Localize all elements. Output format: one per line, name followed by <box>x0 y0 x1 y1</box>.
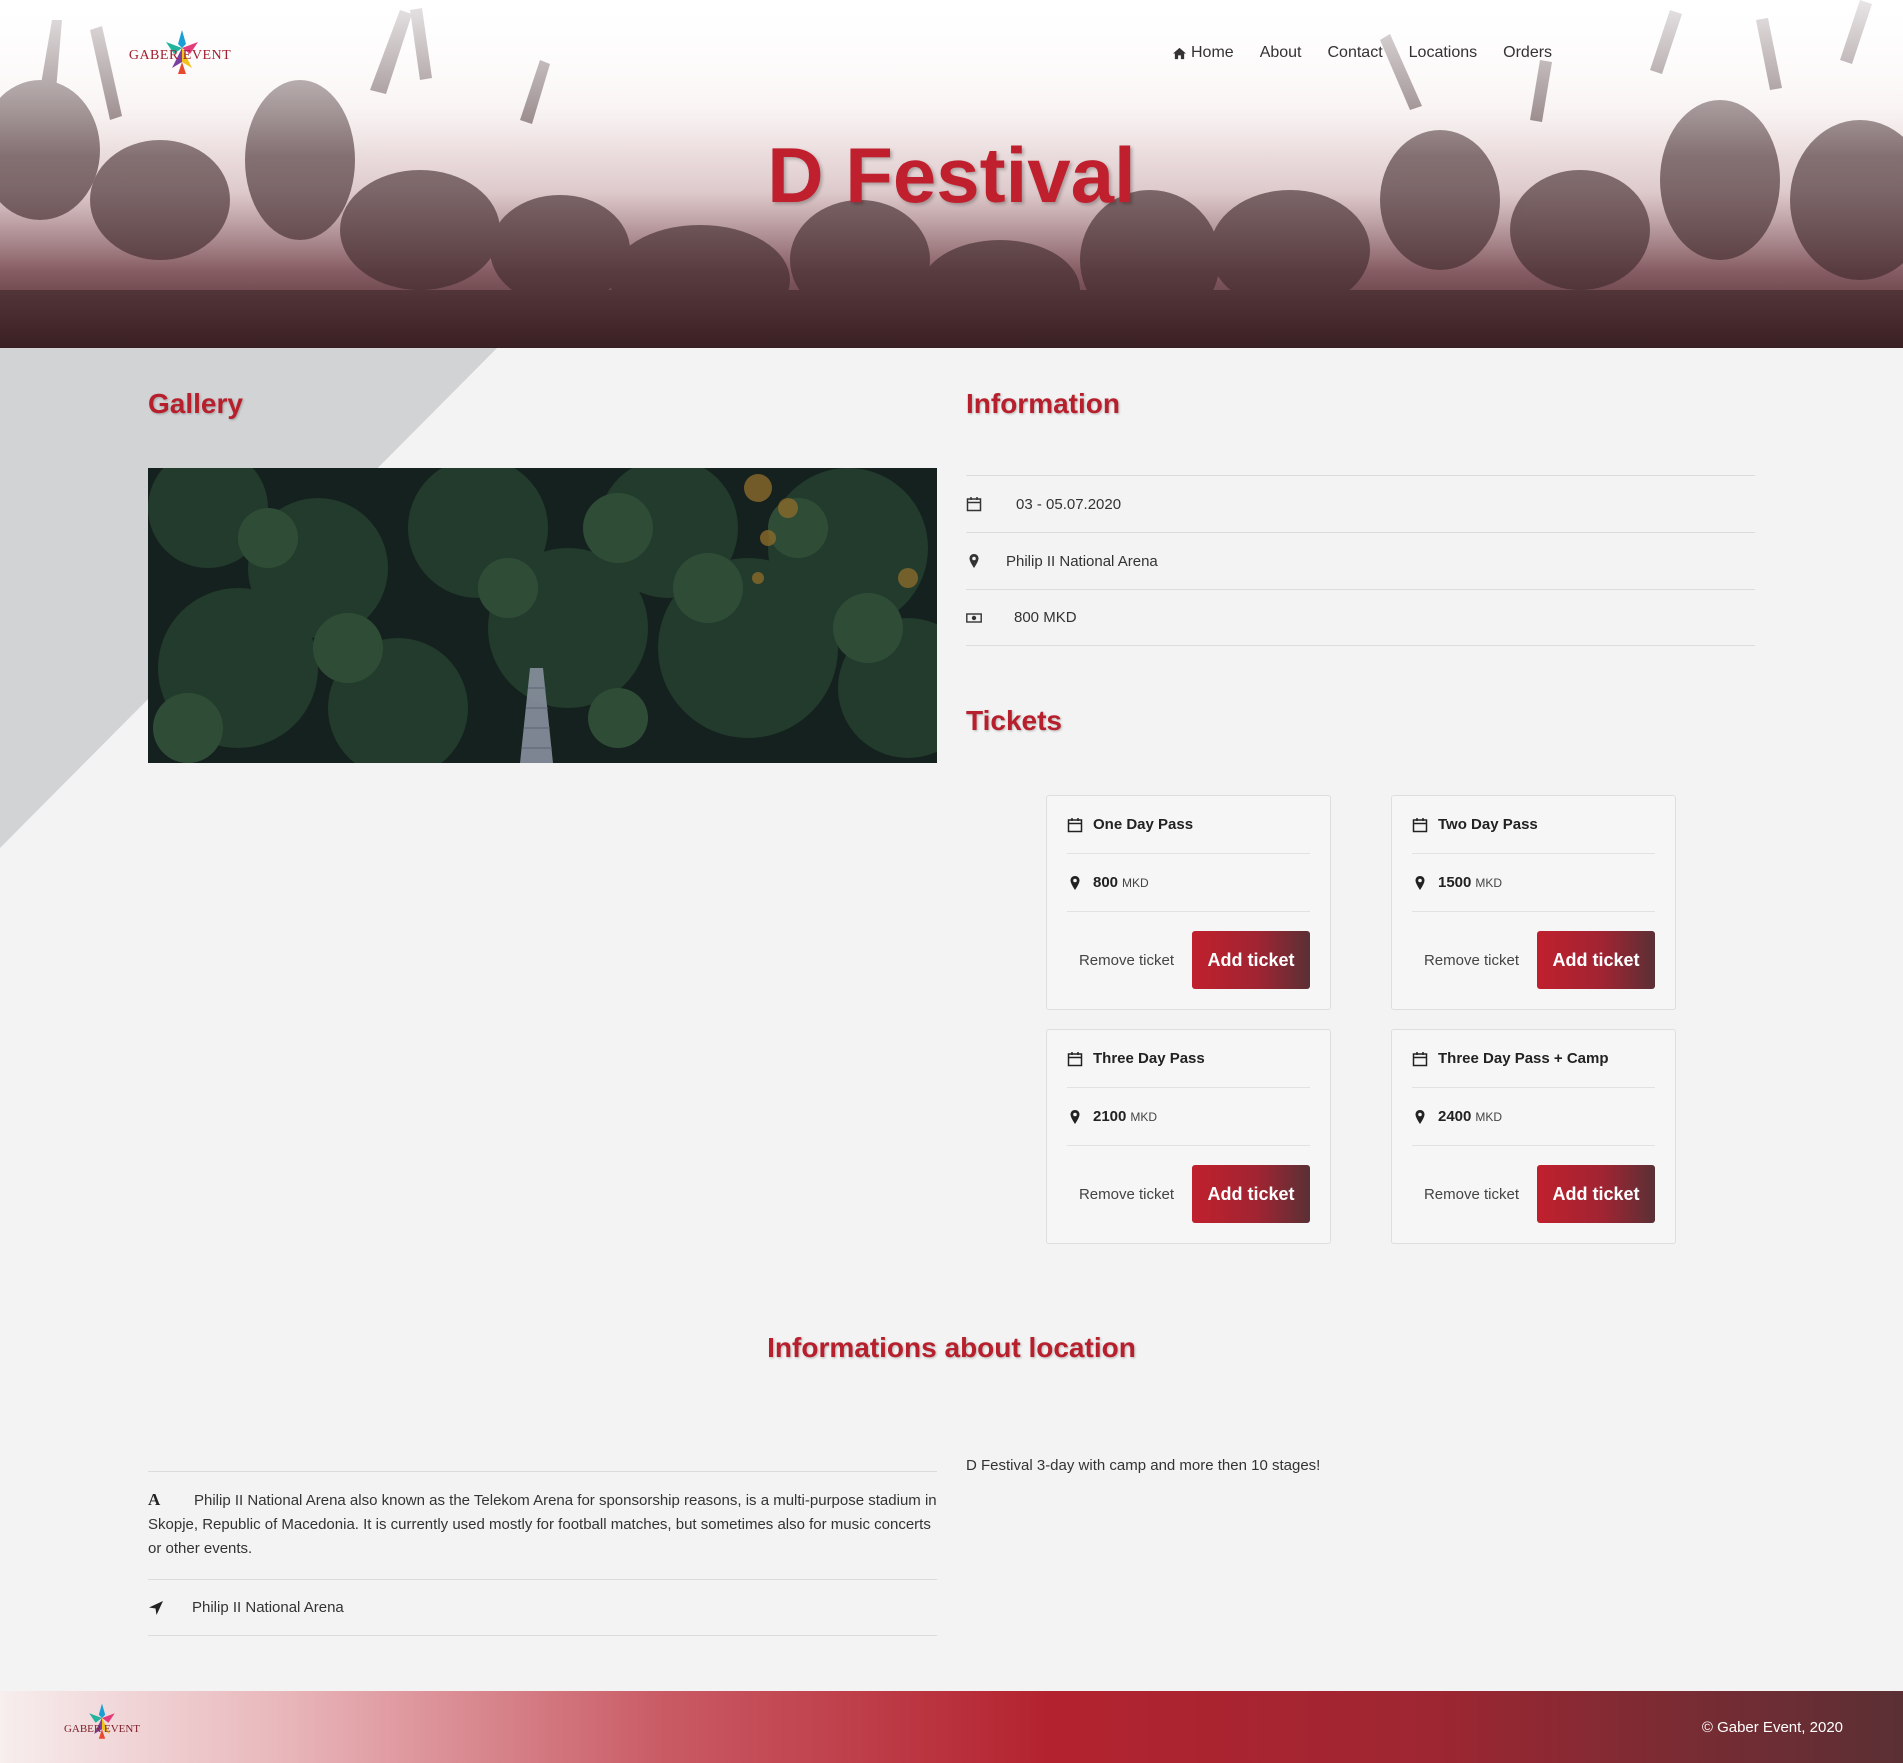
ticket-name: Three Day Pass + Camp <box>1438 1050 1609 1067</box>
calendar-icon <box>1412 817 1428 832</box>
home-icon <box>1173 47 1186 59</box>
map-marker-icon <box>1070 875 1080 890</box>
ticket-price: 800 <box>1093 874 1119 891</box>
ticket-currency: MKD <box>1475 1109 1503 1124</box>
location-description: A Philip II National Arena also known as … <box>148 1471 937 1579</box>
nav-home-label: Home <box>1191 44 1234 61</box>
calendar-icon <box>1412 1051 1428 1066</box>
ticket-price: 2400 <box>1438 1108 1472 1125</box>
page-title: D Festival <box>767 131 1136 219</box>
map-marker-icon <box>1070 1109 1080 1124</box>
map-marker-icon <box>1415 875 1425 890</box>
nav-contact[interactable]: Contact <box>1328 44 1383 62</box>
info-date-row: 03 - 05.07.2020 <box>966 475 1755 532</box>
info-price-row: 800 MKD <box>966 589 1755 646</box>
footer-logo-text: GABER EVENT <box>63 1723 141 1735</box>
remove-ticket-button[interactable]: Remove ticket <box>1073 951 1180 970</box>
site-footer: GABER EVENT © Gaber Event, 2020 <box>0 1691 1903 1763</box>
logo-text: GABER EVENT <box>128 48 232 63</box>
location-info-list: A Philip II National Arena also known as … <box>148 1471 937 1636</box>
nav-about[interactable]: About <box>1260 44 1302 62</box>
gallery-heading: Gallery <box>148 388 243 419</box>
ticket-name-row: Three Day Pass + Camp <box>1412 1030 1655 1088</box>
ticket-price-row: 2400 MKD <box>1412 1088 1655 1146</box>
ticket-currency: MKD <box>1130 1109 1158 1124</box>
ticket-actions: Remove ticket Add ticket <box>1412 912 1655 1008</box>
money-icon <box>966 612 982 623</box>
gallery-image[interactable] <box>148 468 937 763</box>
ticket-actions: Remove ticket Add ticket <box>1412 1146 1655 1242</box>
ticket-name-row: Three Day Pass <box>1067 1030 1310 1088</box>
information-heading: Information <box>966 388 1120 419</box>
add-ticket-button[interactable]: Add ticket <box>1537 1165 1655 1223</box>
ticket-price-row: 2100 MKD <box>1067 1088 1310 1146</box>
nav-orders[interactable]: Orders <box>1503 44 1552 62</box>
location-arrow-icon <box>149 1600 163 1615</box>
ticket-name-row: One Day Pass <box>1067 796 1310 854</box>
add-ticket-button[interactable]: Add ticket <box>1537 931 1655 989</box>
ticket-actions: Remove ticket Add ticket <box>1067 1146 1310 1242</box>
ticket-card: Three Day Pass + Camp 2400 MKD Remove ti… <box>1391 1029 1676 1244</box>
ticket-price-row: 800 MKD <box>1067 854 1310 912</box>
ticket-price: 1500 <box>1438 874 1472 891</box>
remove-ticket-button[interactable]: Remove ticket <box>1418 1185 1525 1204</box>
calendar-icon <box>1067 817 1083 832</box>
main-nav: Home About Contact Locations Orders <box>1172 44 1552 62</box>
event-note: D Festival 3-day with camp and more then… <box>966 1457 1321 1474</box>
location-info-heading: Informations about location <box>767 1332 1136 1363</box>
event-price: 800 MKD <box>1014 609 1077 626</box>
hero-banner: GABER EVENT Home About Contact Locations… <box>0 0 1903 348</box>
footer-logo[interactable]: GABER EVENT <box>60 1701 144 1751</box>
remove-ticket-button[interactable]: Remove ticket <box>1073 1185 1180 1204</box>
calendar-icon <box>966 497 982 512</box>
ticket-currency: MKD <box>1122 875 1149 890</box>
event-date: 03 - 05.07.2020 <box>1016 495 1122 513</box>
ticket-price-row: 1500 MKD <box>1412 854 1655 912</box>
add-ticket-button[interactable]: Add ticket <box>1192 1165 1310 1223</box>
ticket-name: Three Day Pass <box>1093 1050 1205 1067</box>
map-marker-icon <box>969 554 979 568</box>
map-marker-icon <box>1415 1109 1425 1124</box>
location-address-row: Philip II National Arena <box>148 1579 937 1636</box>
ticket-card: Two Day Pass 1500 MKD Remove ticket Add … <box>1391 795 1676 1010</box>
ticket-name: One Day Pass <box>1093 816 1194 833</box>
info-location-row: Philip II National Arena <box>966 532 1755 589</box>
remove-ticket-button[interactable]: Remove ticket <box>1418 951 1525 970</box>
ticket-actions: Remove ticket Add ticket <box>1067 912 1310 1008</box>
brand-logo[interactable]: GABER EVENT <box>128 28 232 80</box>
ticket-name: Two Day Pass <box>1438 816 1538 833</box>
calendar-icon <box>1067 1051 1083 1066</box>
copyright-text: © Gaber Event, 2020 <box>1701 1719 1843 1736</box>
ticket-name-row: Two Day Pass <box>1412 796 1655 854</box>
location-description-text: Philip II National Arena also known as t… <box>148 1492 937 1557</box>
event-location: Philip II National Arena <box>1006 552 1158 570</box>
logo-star-icon <box>89 1703 115 1739</box>
add-ticket-button[interactable]: Add ticket <box>1192 931 1310 989</box>
ticket-currency: MKD <box>1475 875 1503 890</box>
information-list: 03 - 05.07.2020 Philip II National Arena… <box>966 475 1755 646</box>
event-content: Gallery Information 03 - 05.07.2020 Phil… <box>0 348 1903 1691</box>
text-font-icon: A <box>148 1490 161 1509</box>
ticket-price: 2100 <box>1093 1108 1127 1125</box>
ticket-card: Three Day Pass 2100 MKD Remove ticket Ad… <box>1046 1029 1331 1244</box>
tickets-heading: Tickets <box>966 705 1062 736</box>
nav-home[interactable]: Home <box>1172 44 1234 62</box>
ticket-card: One Day Pass 800 MKD Remove ticket Add t… <box>1046 795 1331 1010</box>
forest-bridge-image <box>148 468 937 763</box>
nav-locations[interactable]: Locations <box>1409 44 1478 62</box>
location-address: Philip II National Arena <box>192 1599 344 1616</box>
